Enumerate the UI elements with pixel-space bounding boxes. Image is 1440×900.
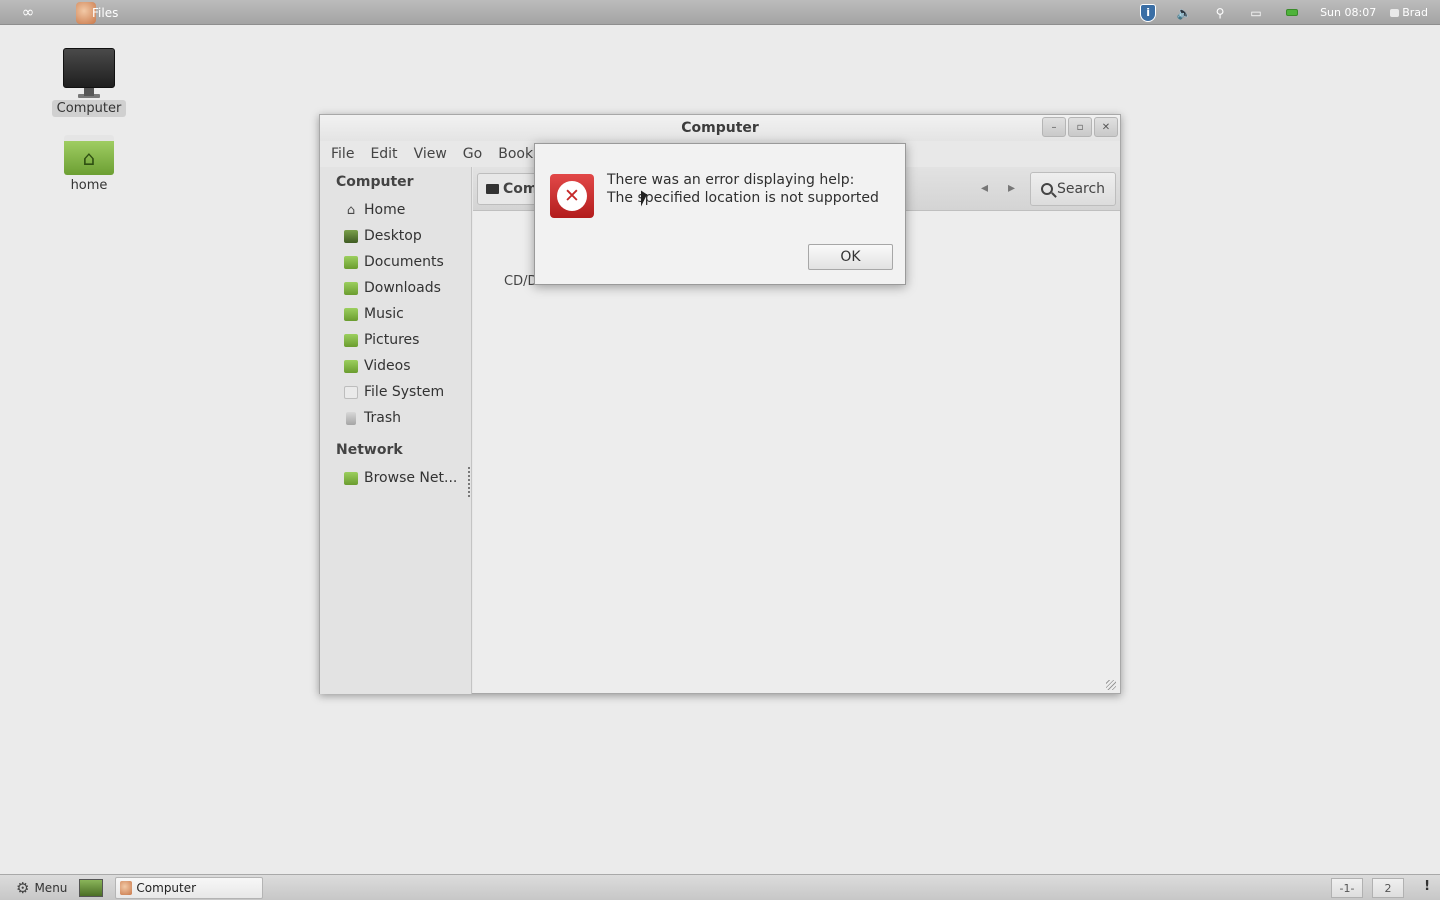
taskbar-item-label: Computer — [136, 880, 197, 895]
sidebar-item-label: File System — [364, 384, 445, 400]
sidebar: Computer ⌂ Home Desktop Documents Downlo… — [320, 167, 472, 694]
sidebar-resize-handle[interactable] — [468, 467, 471, 497]
sidebar-item-trash[interactable]: Trash — [320, 405, 471, 431]
desktop-icon — [344, 229, 358, 243]
workspace-1[interactable]: -1- — [1331, 878, 1363, 898]
pictures-folder-icon — [344, 333, 358, 347]
desktop-icon-computer[interactable]: Computer — [47, 48, 131, 117]
sidebar-item-file-system[interactable]: File System — [320, 379, 471, 405]
menu-file[interactable]: File — [323, 146, 362, 162]
drive-item-label[interactable]: CD/D — [504, 274, 537, 289]
system-tray: i 🔈 ⚲ ▭ Sun 08:07 Brad — [1130, 0, 1440, 25]
search-button[interactable]: Search — [1030, 172, 1116, 206]
sidebar-item-label: Videos — [364, 358, 411, 374]
menu-view[interactable]: View — [406, 146, 455, 162]
sidebar-item-label: Browse Net... — [364, 470, 458, 486]
error-dialog: ✕ There was an error displaying help: Th… — [534, 143, 906, 285]
volume-icon[interactable]: 🔈 — [1166, 0, 1202, 25]
monitor-icon — [63, 48, 115, 96]
window-title: Computer — [681, 120, 759, 136]
infinity-icon[interactable]: ∞ — [0, 0, 56, 25]
sidebar-item-videos[interactable]: Videos — [320, 353, 471, 379]
error-message-line1: There was an error displaying help: — [607, 172, 855, 188]
sidebar-item-label: Desktop — [364, 228, 422, 244]
search-icon — [1040, 183, 1053, 195]
music-folder-icon — [344, 307, 358, 321]
error-message: There was an error displaying help: The … — [607, 171, 879, 207]
videos-folder-icon — [344, 359, 358, 373]
sidebar-item-desktop[interactable]: Desktop — [320, 223, 471, 249]
file-system-icon — [344, 385, 358, 399]
menu-button-label: Menu — [34, 880, 68, 895]
maximize-button[interactable]: ▫ — [1068, 117, 1092, 137]
bottom-panel: ⚙ Menu Computer -1- 2 ! — [0, 874, 1440, 900]
search-label: Search — [1056, 181, 1106, 197]
computer-icon — [486, 184, 499, 194]
files-launcher[interactable]: Files — [76, 0, 118, 25]
sidebar-item-label: Music — [364, 306, 404, 322]
files-app-icon — [120, 880, 133, 895]
sidebar-item-label: Pictures — [364, 332, 420, 348]
desktop-icon-home[interactable]: ⌂ home — [47, 135, 131, 194]
documents-folder-icon — [344, 255, 358, 269]
sidebar-header-network: Network — [336, 442, 403, 458]
home-folder-icon: ⌂ — [64, 135, 114, 175]
gear-icon: ⚙ — [16, 878, 30, 897]
files-app-label: Files — [92, 5, 119, 20]
mouse-cursor-icon — [641, 190, 647, 208]
title-bar[interactable]: Computer – ▫ ✕ — [320, 115, 1120, 141]
back-arrow-icon[interactable]: ◂ — [981, 180, 988, 196]
ok-button[interactable]: OK — [808, 244, 893, 270]
sidebar-item-label: Downloads — [364, 280, 441, 296]
update-shield-icon[interactable]: i — [1130, 0, 1166, 25]
sidebar-item-pictures[interactable]: Pictures — [320, 327, 471, 353]
path-button-label: Com — [503, 181, 538, 197]
sidebar-header-computer: Computer — [336, 174, 414, 190]
clock[interactable]: Sun 08:07 — [1310, 6, 1390, 19]
desktop-icon-label: Computer — [51, 100, 127, 117]
home-icon: ⌂ — [346, 202, 356, 218]
sidebar-item-home[interactable]: ⌂ Home — [320, 197, 471, 223]
user-icon — [1390, 8, 1400, 17]
network-folder-icon — [344, 471, 358, 485]
workspace-2[interactable]: 2 — [1372, 878, 1404, 898]
user-menu[interactable]: Brad — [1390, 6, 1440, 19]
forward-arrow-icon[interactable]: ▸ — [1008, 180, 1015, 196]
sidebar-item-browse-network[interactable]: Browse Net... — [320, 465, 471, 491]
desktop-icon-label: home — [70, 178, 108, 193]
menu-edit[interactable]: Edit — [362, 146, 405, 162]
minimize-button[interactable]: – — [1042, 117, 1066, 137]
top-panel: ∞ Files i 🔈 ⚲ ▭ Sun 08:07 Brad — [0, 0, 1440, 25]
menu-go[interactable]: Go — [455, 146, 490, 162]
taskbar-item-computer[interactable]: Computer — [115, 876, 264, 899]
window-resize-grip[interactable] — [1106, 680, 1116, 690]
sidebar-item-label: Trash — [364, 410, 401, 426]
trash-icon — [346, 411, 356, 425]
sidebar-item-music[interactable]: Music — [320, 301, 471, 327]
error-message-line2: The specified location is not supported — [607, 190, 879, 206]
notification-icon[interactable]: ! — [1424, 879, 1430, 894]
close-button[interactable]: ✕ — [1094, 117, 1118, 137]
battery-icon[interactable] — [1274, 0, 1310, 25]
sidebar-item-label: Documents — [364, 254, 444, 270]
menu-button[interactable]: ⚙ Menu — [0, 875, 75, 900]
show-desktop-button[interactable] — [79, 878, 104, 897]
downloads-folder-icon — [344, 281, 358, 295]
error-icon: ✕ — [550, 174, 594, 218]
sidebar-item-downloads[interactable]: Downloads — [320, 275, 471, 301]
network-icon[interactable]: ⚲ — [1202, 0, 1238, 25]
sidebar-item-documents[interactable]: Documents — [320, 249, 471, 275]
display-icon[interactable]: ▭ — [1238, 0, 1274, 25]
sidebar-item-label: Home — [364, 202, 406, 218]
user-name: Brad — [1402, 6, 1428, 19]
